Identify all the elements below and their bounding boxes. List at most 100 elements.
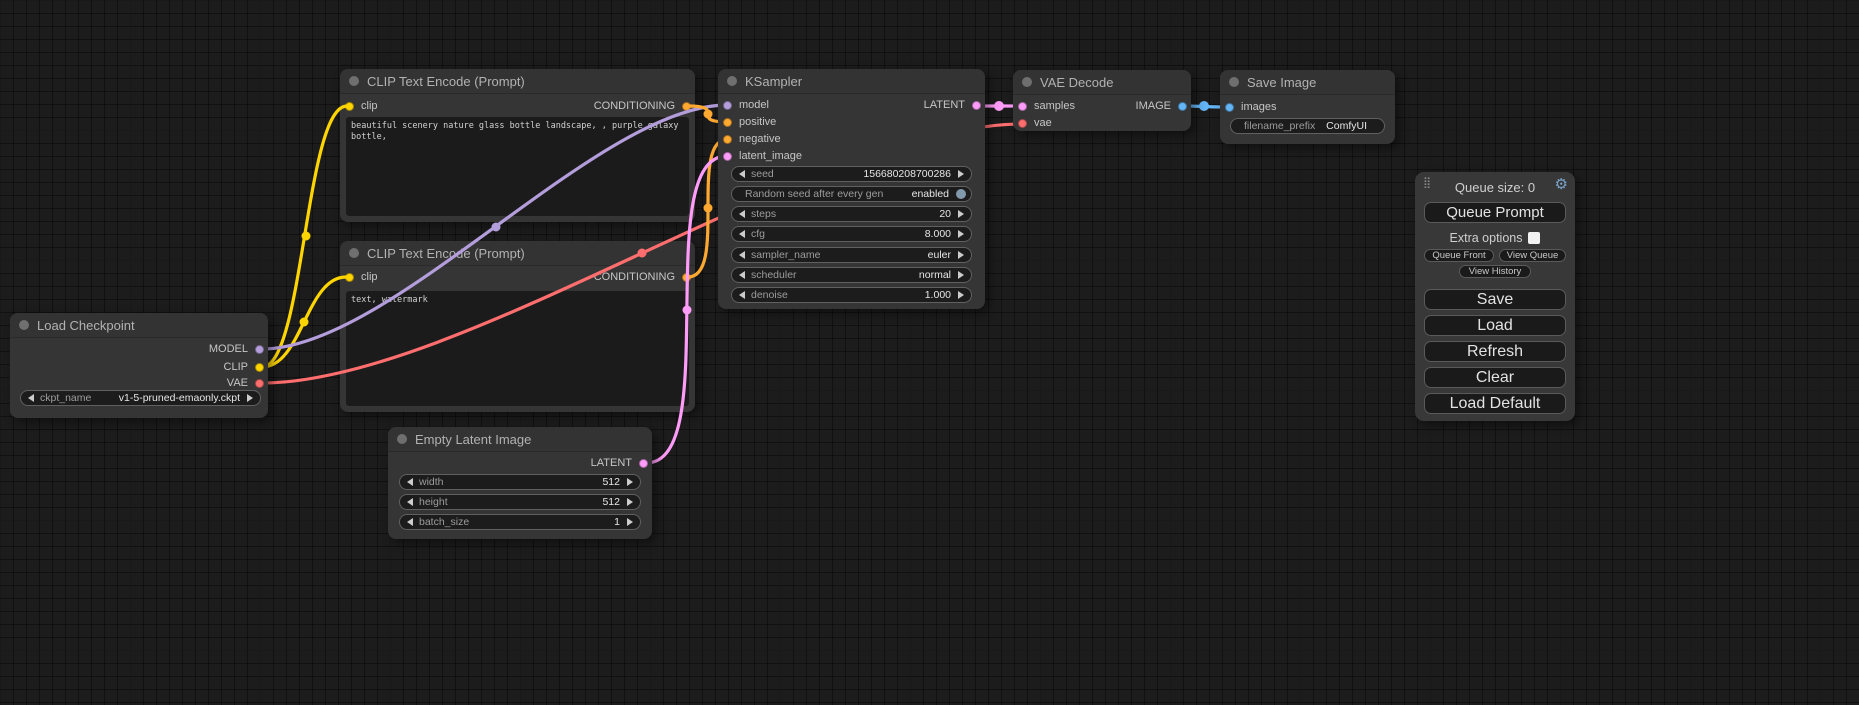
denoise-widget[interactable]: denoise 1.000 [731,287,972,303]
output-port-clip[interactable]: CLIP [224,360,264,374]
increment-arrow-icon[interactable] [958,251,964,259]
node-empty-latent-image[interactable]: Empty Latent Image LATENT width 512 heig… [388,427,652,539]
input-port-positive[interactable]: positive [723,115,776,129]
extra-options-checkbox[interactable] [1528,232,1540,244]
output-port-model[interactable]: MODEL [209,342,264,356]
model-port-dot-icon[interactable] [723,101,732,110]
prompt-text-input[interactable]: beautiful scenery nature glass bottle la… [346,117,689,216]
collapse-dot-icon[interactable] [397,434,407,444]
increment-arrow-icon[interactable] [958,271,964,279]
queue-prompt-button[interactable]: Queue Prompt [1424,202,1566,223]
save-button[interactable]: Save [1424,289,1566,310]
output-port-conditioning[interactable]: CONDITIONING [594,270,691,284]
collapse-dot-icon[interactable] [727,76,737,86]
seed-widget[interactable]: seed 156680208700286 [731,166,972,182]
node-titlebar[interactable]: CLIP Text Encode (Prompt) [340,69,695,94]
increment-arrow-icon[interactable] [627,478,633,486]
image-port-dot-icon[interactable] [1225,103,1234,112]
scheduler-widget[interactable]: scheduler normal [731,267,972,283]
comfyui-canvas[interactable]: { "type_colors": { "MODEL": "#B39DDB", "… [0,0,1859,705]
collapse-dot-icon[interactable] [349,248,359,258]
increment-arrow-icon[interactable] [627,518,633,526]
increment-arrow-icon[interactable] [958,170,964,178]
output-port-latent[interactable]: LATENT [924,98,981,112]
ckpt-name-widget[interactable]: ckpt_name v1-5-pruned-emaonly.ckpt [20,390,261,406]
increment-arrow-icon[interactable] [627,498,633,506]
node-titlebar[interactable]: Empty Latent Image [388,427,652,452]
input-port-clip[interactable]: clip [345,99,378,113]
output-port-latent[interactable]: LATENT [591,456,648,470]
increment-arrow-icon[interactable] [958,230,964,238]
increment-arrow-icon[interactable] [247,394,253,402]
decrement-arrow-icon[interactable] [739,271,745,279]
decrement-arrow-icon[interactable] [407,478,413,486]
random-seed-toggle-widget[interactable]: Random seed after every gen enabled [731,186,972,202]
node-load-checkpoint[interactable]: Load Checkpoint MODEL CLIP VAE ckpt_name… [10,313,268,418]
decrement-arrow-icon[interactable] [28,394,34,402]
collapse-dot-icon[interactable] [349,76,359,86]
decrement-arrow-icon[interactable] [407,498,413,506]
node-titlebar[interactable]: VAE Decode [1013,70,1191,95]
image-port-dot-icon[interactable] [1178,102,1187,111]
batch-size-widget[interactable]: batch_size 1 [399,514,641,530]
latent-port-dot-icon[interactable] [1018,102,1027,111]
input-port-vae[interactable]: vae [1018,116,1052,130]
latent-port-dot-icon[interactable] [972,101,981,110]
collapse-dot-icon[interactable] [19,320,29,330]
view-queue-button[interactable]: View Queue [1499,249,1566,262]
latent-port-dot-icon[interactable] [639,459,648,468]
increment-arrow-icon[interactable] [958,291,964,299]
view-history-button[interactable]: View History [1459,265,1531,278]
decrement-arrow-icon[interactable] [739,291,745,299]
prompt-text-input[interactable]: text, watermark [346,291,689,406]
node-titlebar[interactable]: KSampler [718,69,985,94]
node-titlebar[interactable]: Load Checkpoint [10,313,268,338]
decrement-arrow-icon[interactable] [739,210,745,218]
input-port-samples[interactable]: samples [1018,99,1075,113]
height-widget[interactable]: height 512 [399,494,641,510]
node-clip-text-encode-positive[interactable]: CLIP Text Encode (Prompt) clip CONDITION… [340,69,695,222]
load-button[interactable]: Load [1424,315,1566,336]
input-port-latent-image[interactable]: latent_image [723,149,802,163]
node-ksampler[interactable]: KSampler model positive negative latent_… [718,69,985,309]
conditioning-port-dot-icon[interactable] [682,102,691,111]
output-port-conditioning[interactable]: CONDITIONING [594,99,691,113]
node-titlebar[interactable]: Save Image [1220,70,1395,95]
latent-port-dot-icon[interactable] [723,152,732,161]
model-port-dot-icon[interactable] [255,345,264,354]
conditioning-port-dot-icon[interactable] [682,273,691,282]
conditioning-port-dot-icon[interactable] [723,135,732,144]
input-port-clip[interactable]: clip [345,270,378,284]
link-clip-to-negative-prompt[interactable] [262,277,346,367]
clear-button[interactable]: Clear [1424,367,1566,388]
load-default-button[interactable]: Load Default [1424,393,1566,414]
queue-front-button[interactable]: Queue Front [1424,249,1494,262]
node-titlebar[interactable]: CLIP Text Encode (Prompt) [340,241,695,266]
refresh-button[interactable]: Refresh [1424,341,1566,362]
decrement-arrow-icon[interactable] [407,518,413,526]
output-port-vae[interactable]: VAE [227,376,264,390]
node-vae-decode[interactable]: VAE Decode samples vae IMAGE [1013,70,1191,131]
decrement-arrow-icon[interactable] [739,230,745,238]
filename-prefix-widget[interactable]: filename_prefix ComfyUI [1230,118,1385,134]
clip-port-dot-icon[interactable] [345,273,354,282]
steps-widget[interactable]: steps 20 [731,206,972,222]
clip-port-dot-icon[interactable] [345,102,354,111]
link-clip-to-positive-prompt[interactable] [262,106,347,367]
input-port-images[interactable]: images [1225,100,1276,114]
width-widget[interactable]: width 512 [399,474,641,490]
collapse-dot-icon[interactable] [1229,77,1239,87]
clip-port-dot-icon[interactable] [255,363,264,372]
cfg-widget[interactable]: cfg 8.000 [731,226,972,242]
conditioning-port-dot-icon[interactable] [723,118,732,127]
vae-port-dot-icon[interactable] [255,379,264,388]
output-port-image[interactable]: IMAGE [1136,99,1187,113]
decrement-arrow-icon[interactable] [739,251,745,259]
settings-gear-icon[interactable] [1555,177,1568,193]
vae-port-dot-icon[interactable] [1018,119,1027,128]
input-port-negative[interactable]: negative [723,132,781,146]
decrement-arrow-icon[interactable] [739,170,745,178]
toggle-dot-icon[interactable] [956,189,966,199]
increment-arrow-icon[interactable] [958,210,964,218]
input-port-model[interactable]: model [723,98,769,112]
